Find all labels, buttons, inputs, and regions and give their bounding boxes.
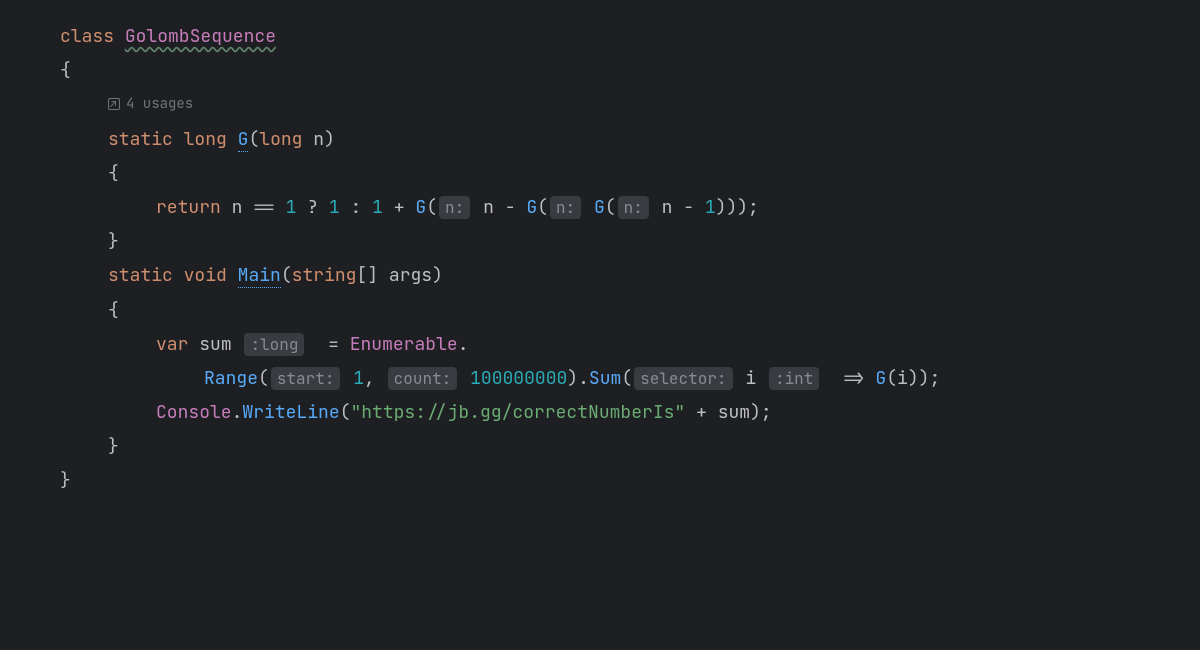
inlay-hint-selector: selector: xyxy=(634,367,732,390)
paren: ( xyxy=(605,196,616,219)
var-sum: sum xyxy=(199,333,231,356)
var-i: i xyxy=(897,367,908,390)
paren: )); xyxy=(908,367,940,390)
keyword-string: string xyxy=(292,264,357,287)
paren: ). xyxy=(567,367,589,390)
brace-open: { xyxy=(60,59,71,82)
number-count: 100000000 xyxy=(470,367,567,390)
keyword-return: return xyxy=(156,196,221,219)
inlay-hint-count: count: xyxy=(388,367,458,390)
class-name: GolombSequence xyxy=(125,25,276,48)
class-console: Console xyxy=(156,401,232,424)
number-1: 1 xyxy=(329,196,340,219)
method-call-writeline: WriteLine xyxy=(242,401,339,424)
op-plus: + xyxy=(394,196,405,219)
op-minus: - xyxy=(505,196,516,219)
paren: ( xyxy=(621,367,632,390)
inlay-hint-int: :int xyxy=(769,367,819,390)
code-line[interactable]: } xyxy=(60,430,1200,464)
paren: ))); xyxy=(716,196,759,219)
paren: ( xyxy=(426,196,437,219)
method-name-g: G xyxy=(238,128,249,152)
usages-hint-line[interactable]: 4 usages xyxy=(60,88,1200,122)
var-n: n xyxy=(483,196,494,219)
code-line[interactable]: static void Main(string[] args) xyxy=(60,259,1200,293)
inlay-hint-start: start: xyxy=(271,367,341,390)
code-line[interactable]: { xyxy=(60,54,1200,88)
brace-open: { xyxy=(108,299,119,322)
param-args: args xyxy=(389,264,432,287)
keyword-static: static xyxy=(108,264,173,287)
method-call-range: Range xyxy=(204,367,258,390)
brackets: [] xyxy=(356,264,378,287)
paren: ( xyxy=(537,196,548,219)
method-name-main: Main xyxy=(238,264,281,288)
method-call-g: G xyxy=(594,196,605,219)
code-line[interactable]: } xyxy=(60,464,1200,498)
code-line[interactable]: var sum :long = Enumerable. xyxy=(60,328,1200,362)
var-n: n xyxy=(662,196,673,219)
paren: ( xyxy=(886,367,897,390)
op-ternary-c: : xyxy=(351,196,362,219)
method-call-g: G xyxy=(875,367,886,390)
inlay-hint-n: n: xyxy=(618,196,649,219)
code-line[interactable]: class GolombSequence xyxy=(60,20,1200,54)
inlay-hint-n: n: xyxy=(550,196,581,219)
usages-text: 4 usages xyxy=(126,91,193,118)
op-minus: - xyxy=(683,196,694,219)
brace-close: } xyxy=(108,230,119,253)
keyword-long: long xyxy=(184,128,227,151)
paren: ( xyxy=(258,367,269,390)
paren: ); xyxy=(750,401,772,424)
inlay-hint-n: n: xyxy=(439,196,470,219)
code-line[interactable]: } xyxy=(60,225,1200,259)
code-line[interactable]: { xyxy=(60,157,1200,191)
var-n: n xyxy=(232,196,243,219)
number-1: 1 xyxy=(705,196,716,219)
method-call-g: G xyxy=(415,196,426,219)
paren: ( xyxy=(248,128,259,151)
dot: . xyxy=(458,333,469,356)
comma: , xyxy=(364,367,375,390)
number-1: 1 xyxy=(286,196,297,219)
keyword-void: void xyxy=(184,264,227,287)
method-call-sum: Sum xyxy=(589,367,621,390)
class-enumerable: Enumerable xyxy=(350,333,458,356)
paren: ( xyxy=(340,401,351,424)
paren: ) xyxy=(324,128,335,151)
op-eq: == xyxy=(253,196,275,219)
keyword-static: static xyxy=(108,128,173,151)
param-n: n xyxy=(313,128,324,151)
code-editor[interactable]: class GolombSequence { 4 usages static l… xyxy=(0,20,1200,499)
var-i: i xyxy=(745,367,756,390)
brace-open: { xyxy=(108,162,119,185)
code-line[interactable]: Console.WriteLine("https://jb.gg/correct… xyxy=(60,396,1200,430)
op-plus: + xyxy=(696,401,707,424)
paren: ( xyxy=(281,264,292,287)
paren: ) xyxy=(432,264,443,287)
keyword-class: class xyxy=(60,25,114,48)
code-line[interactable]: return n == 1 ? 1 : 1 + G(n: n - G(n: G(… xyxy=(60,191,1200,225)
op-ternary-q: ? xyxy=(307,196,318,219)
var-sum: sum xyxy=(718,401,750,424)
op-assign: = xyxy=(328,333,339,356)
code-line[interactable]: static long G(long n) xyxy=(60,123,1200,157)
brace-close: } xyxy=(108,435,119,458)
code-line[interactable]: { xyxy=(60,294,1200,328)
string-literal: "https://jb.gg/correctNumberIs" xyxy=(350,401,685,424)
code-line[interactable]: Range(start: 1, count: 100000000).Sum(se… xyxy=(60,362,1200,396)
dot: . xyxy=(232,401,243,424)
number-start: 1 xyxy=(353,367,364,390)
method-call-g: G xyxy=(526,196,537,219)
usages-icon xyxy=(108,98,120,110)
brace-close: } xyxy=(60,469,71,492)
keyword-long: long xyxy=(259,128,302,151)
usages-indicator[interactable]: 4 usages xyxy=(108,91,193,118)
keyword-var: var xyxy=(156,333,188,356)
op-arrow: => xyxy=(843,367,865,390)
number-1: 1 xyxy=(372,196,383,219)
inlay-hint-long: :long xyxy=(244,333,304,356)
